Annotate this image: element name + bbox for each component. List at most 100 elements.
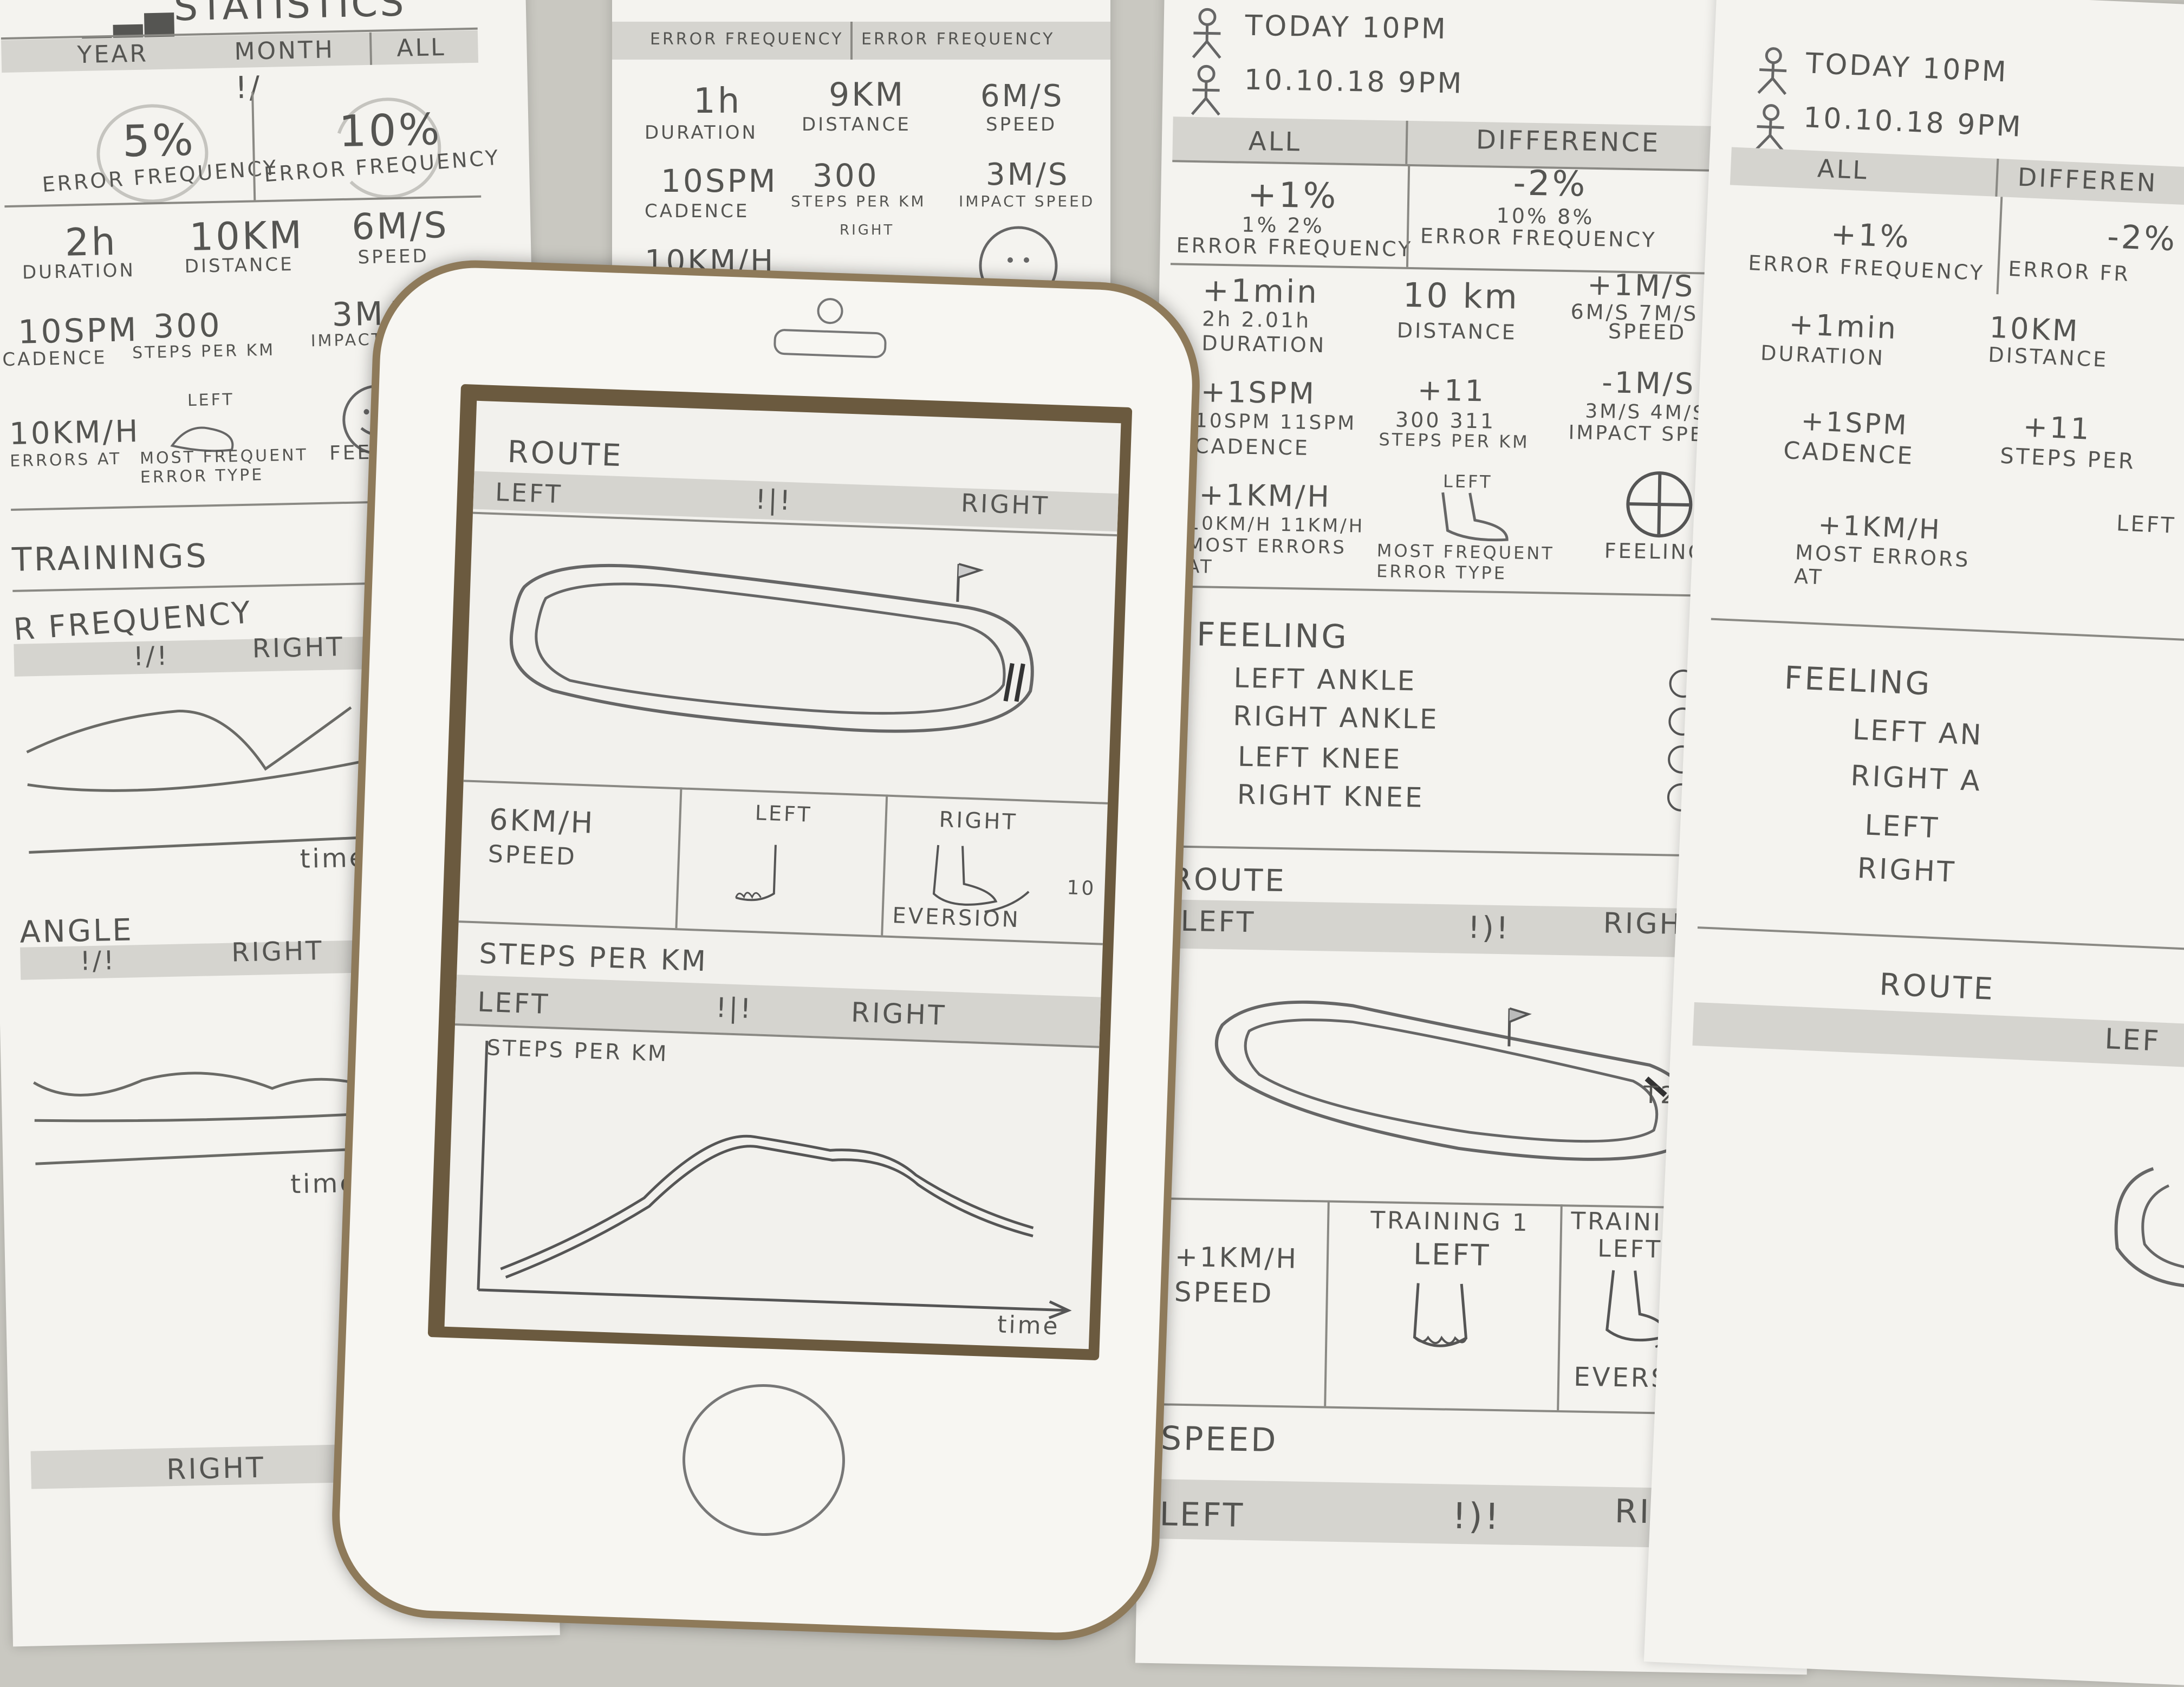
phone-steps-left[interactable]: LEFT bbox=[477, 986, 550, 1020]
bottom-right-label: RIGHT bbox=[166, 1451, 266, 1487]
error-left-value: 5% bbox=[121, 114, 196, 167]
steps-label: STEPS PER KM bbox=[132, 340, 276, 363]
center-impact-label: IMPACT SPEED bbox=[959, 192, 1095, 210]
dur-values: 2h 2.01h bbox=[1201, 307, 1311, 333]
speed-label: SPEED bbox=[358, 245, 430, 269]
dist-value: 10 km bbox=[1402, 275, 1520, 317]
steps-label: STEPS PER KM bbox=[1379, 429, 1530, 452]
speed-label-2: SPEED bbox=[1174, 1276, 1274, 1309]
phone-camera-icon bbox=[816, 297, 844, 325]
trainings-label[interactable]: TRAININGS bbox=[11, 537, 209, 579]
tab-month[interactable]: MONTH bbox=[234, 36, 335, 66]
feeling-item-left-knee: LEFT KNEE bbox=[1237, 741, 1402, 775]
center-tab-2[interactable]: ERROR FREQUENCY bbox=[861, 30, 1055, 49]
phone-steps-title: STEPS PER KM bbox=[478, 937, 708, 978]
phone-steps-right[interactable]: RIGHT bbox=[850, 997, 947, 1031]
right-dist-label: DISTANCE bbox=[1987, 342, 2109, 372]
distance-label: DISTANCE bbox=[184, 253, 295, 278]
tab-all[interactable]: ALL bbox=[396, 34, 446, 62]
phone-steps-split-icon[interactable]: !|! bbox=[715, 992, 753, 1024]
phone-chart-xlabel: time bbox=[997, 1310, 1061, 1341]
compare-tab-difference[interactable]: DIFFERENCE bbox=[1476, 125, 1661, 158]
freq-right: RIGHT bbox=[252, 632, 345, 664]
errors-label: MOST ERRORS AT bbox=[1186, 534, 1347, 578]
err-diff-label: ERROR FREQUENCY bbox=[1420, 224, 1657, 252]
tab-year[interactable]: YEAR bbox=[77, 40, 148, 69]
center-cadence-value: 10SPM bbox=[661, 163, 778, 199]
cad-values: 10SPM 11SPM bbox=[1194, 410, 1357, 435]
impact-values: 3M/S 4M/S bbox=[1584, 400, 1708, 425]
right-dur-delta: +1min bbox=[1788, 307, 1899, 346]
statistics-title: STATISTICS bbox=[173, 0, 407, 30]
feeling-target-icon bbox=[1626, 471, 1693, 538]
center-duration-label: DURATION bbox=[645, 122, 758, 144]
right-tab-all[interactable]: ALL bbox=[1817, 153, 1869, 185]
center-tab-1[interactable]: ERROR FREQUENCY bbox=[650, 30, 843, 49]
training1-label[interactable]: TRAINING 1 bbox=[1370, 1206, 1530, 1237]
runner-icon-today bbox=[1192, 8, 1221, 59]
right-feeling-right-knee: RIGHT bbox=[1856, 852, 1957, 889]
phone-eversion-label: EVERSION bbox=[892, 903, 1021, 933]
errors-delta: +1KM/H bbox=[1199, 477, 1332, 514]
right-row-today[interactable]: TODAY 10PM bbox=[1805, 47, 2008, 88]
right-row-past[interactable]: 10.10.18 9PM bbox=[1803, 101, 2024, 144]
errors-values: 10KM/H 11KM/H bbox=[1187, 512, 1365, 537]
center-steps-value: 300 bbox=[812, 157, 879, 194]
center-right-label: RIGHT bbox=[840, 222, 895, 238]
center-cadence-label: CADENCE bbox=[645, 200, 750, 222]
compare-route-split-icon: !)! bbox=[1467, 910, 1511, 946]
training2-side: LEFT bbox=[1597, 1235, 1663, 1264]
cadence-value: 10SPM bbox=[17, 310, 139, 352]
phone-split-icon[interactable]: !|! bbox=[755, 484, 793, 516]
speed-delta: +1M/S bbox=[1587, 267, 1695, 304]
compare-row-today[interactable]: TODAY 10PM bbox=[1245, 10, 1448, 46]
error-right-value: 10% bbox=[338, 104, 443, 157]
error-type-label: MOST FREQUENT ERROR TYPE bbox=[139, 445, 309, 487]
center-impact-value: 3M/S bbox=[986, 157, 1070, 192]
right-left-label: LEFT bbox=[2116, 511, 2177, 538]
phone-foot-right-label: RIGHT bbox=[938, 807, 1018, 835]
compare-row-past[interactable]: 10.10.18 9PM bbox=[1244, 64, 1464, 100]
phone-speaker-icon bbox=[773, 328, 887, 359]
right-tab-diff[interactable]: DIFFEREN bbox=[2017, 163, 2159, 198]
right-dur-label: DURATION bbox=[1760, 341, 1886, 371]
training1-side: LEFT bbox=[1413, 1237, 1491, 1273]
impact-delta: -1M/S bbox=[1601, 365, 1696, 401]
compare-tab-all[interactable]: ALL bbox=[1248, 126, 1302, 158]
center-distance-label: DISTANCE bbox=[802, 114, 911, 135]
phone-foot-left-icon bbox=[735, 845, 777, 901]
right-err2-label: ERROR FR bbox=[2007, 256, 2131, 286]
right-err-label: ERROR FREQUENCY bbox=[1747, 251, 1985, 286]
phone-left-label[interactable]: LEFT bbox=[495, 477, 563, 509]
feeling-item-right-ankle: RIGHT ANKLE bbox=[1232, 700, 1439, 736]
right-err2-delta: -2% bbox=[2106, 217, 2178, 259]
speed-delta-2: +1KM/H bbox=[1174, 1241, 1299, 1275]
center-duration-value: 1h bbox=[693, 81, 742, 121]
center-distance-value: 9KM bbox=[829, 76, 906, 114]
right-runner-icon-past bbox=[1754, 104, 1784, 152]
phone-speaker-group bbox=[746, 279, 912, 360]
phone-right-label[interactable]: RIGHT bbox=[960, 488, 1050, 521]
feeling-item-right-knee: RIGHT KNEE bbox=[1237, 778, 1425, 814]
speed-left: LEFT bbox=[1159, 1495, 1245, 1535]
compare-foot-icon bbox=[1441, 492, 1509, 542]
duration-value: 2h bbox=[64, 219, 118, 265]
steps-delta: +11 bbox=[1417, 373, 1486, 408]
feeling-title: FEELING bbox=[1196, 615, 1349, 657]
err-diff-delta: -2% bbox=[1513, 163, 1588, 205]
phone-foot-right-number: 10 bbox=[1066, 877, 1096, 900]
speed-section-title: SPEED bbox=[1160, 1419, 1279, 1460]
cad-delta: +1SPM bbox=[1200, 374, 1317, 411]
feeling-col-label: FEELING bbox=[1604, 538, 1707, 565]
right-errors-label: MOST ERRORS AT bbox=[1793, 540, 1971, 589]
right-runner-icon-today bbox=[1757, 47, 1787, 95]
phone-route-map bbox=[509, 563, 1034, 733]
center-speed-label: SPEED bbox=[986, 114, 1057, 135]
phone-steps-chart bbox=[477, 1041, 1072, 1319]
right-route-title: ROUTE bbox=[1878, 966, 1996, 1008]
cad-label: CADENCE bbox=[1194, 434, 1310, 460]
right-sketch-sheet: TODAY 10PM 10.10.18 9PM ALL DIFFEREN +1%… bbox=[1643, 0, 2184, 1685]
right-errors-delta: +1KM/H bbox=[1817, 509, 1942, 546]
right-route-map bbox=[2114, 1167, 2184, 1289]
dur-delta: +1min bbox=[1202, 271, 1320, 311]
